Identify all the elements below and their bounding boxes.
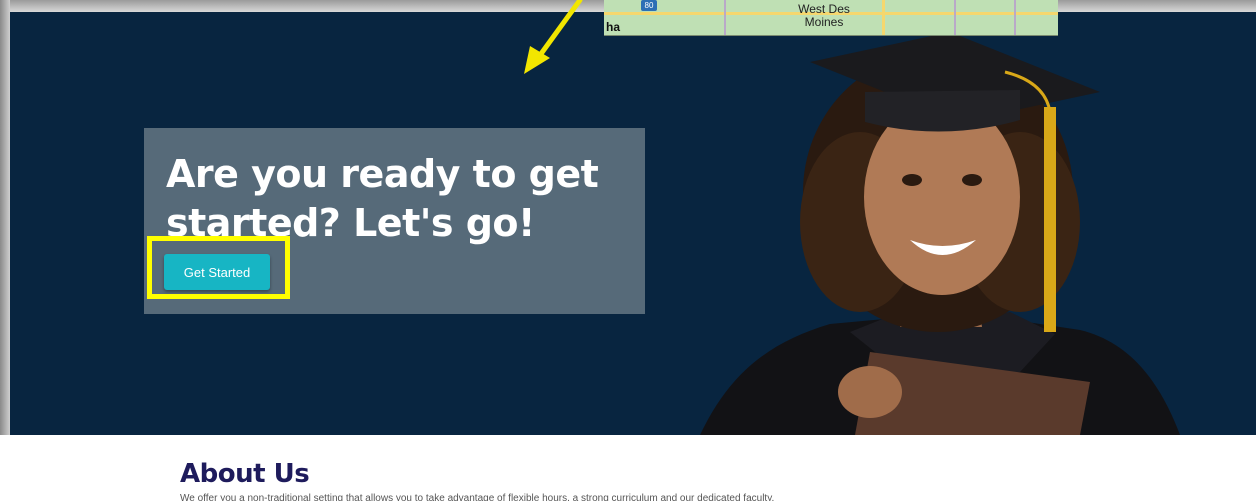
- hero-title: Are you ready to get started? Let's go!: [166, 152, 599, 245]
- map-city-line2: Moines: [804, 15, 844, 29]
- highway-shield-icon: 80: [641, 0, 657, 11]
- about-title: About Us: [180, 459, 310, 489]
- map-label-partial: ha: [606, 20, 621, 34]
- map-boundary: [1014, 0, 1016, 35]
- graduate-image: [700, 32, 1180, 435]
- about-section: About Us We offer you a non-traditional …: [0, 435, 1256, 501]
- map-thumbnail[interactable]: 80 ha West Des Moines: [604, 0, 1058, 36]
- get-started-button[interactable]: Get Started: [164, 254, 270, 290]
- about-text: We offer you a non-traditional setting t…: [180, 493, 775, 501]
- map-city-label: West Des Moines: [784, 3, 864, 29]
- map-road: [882, 0, 885, 35]
- map-boundary: [954, 0, 956, 35]
- map-boundary: [724, 0, 726, 35]
- hero-card: Are you ready to get started? Let's go! …: [144, 128, 645, 314]
- hero-section: Are you ready to get started? Let's go! …: [10, 12, 1256, 435]
- page-left-shadow: [0, 0, 10, 501]
